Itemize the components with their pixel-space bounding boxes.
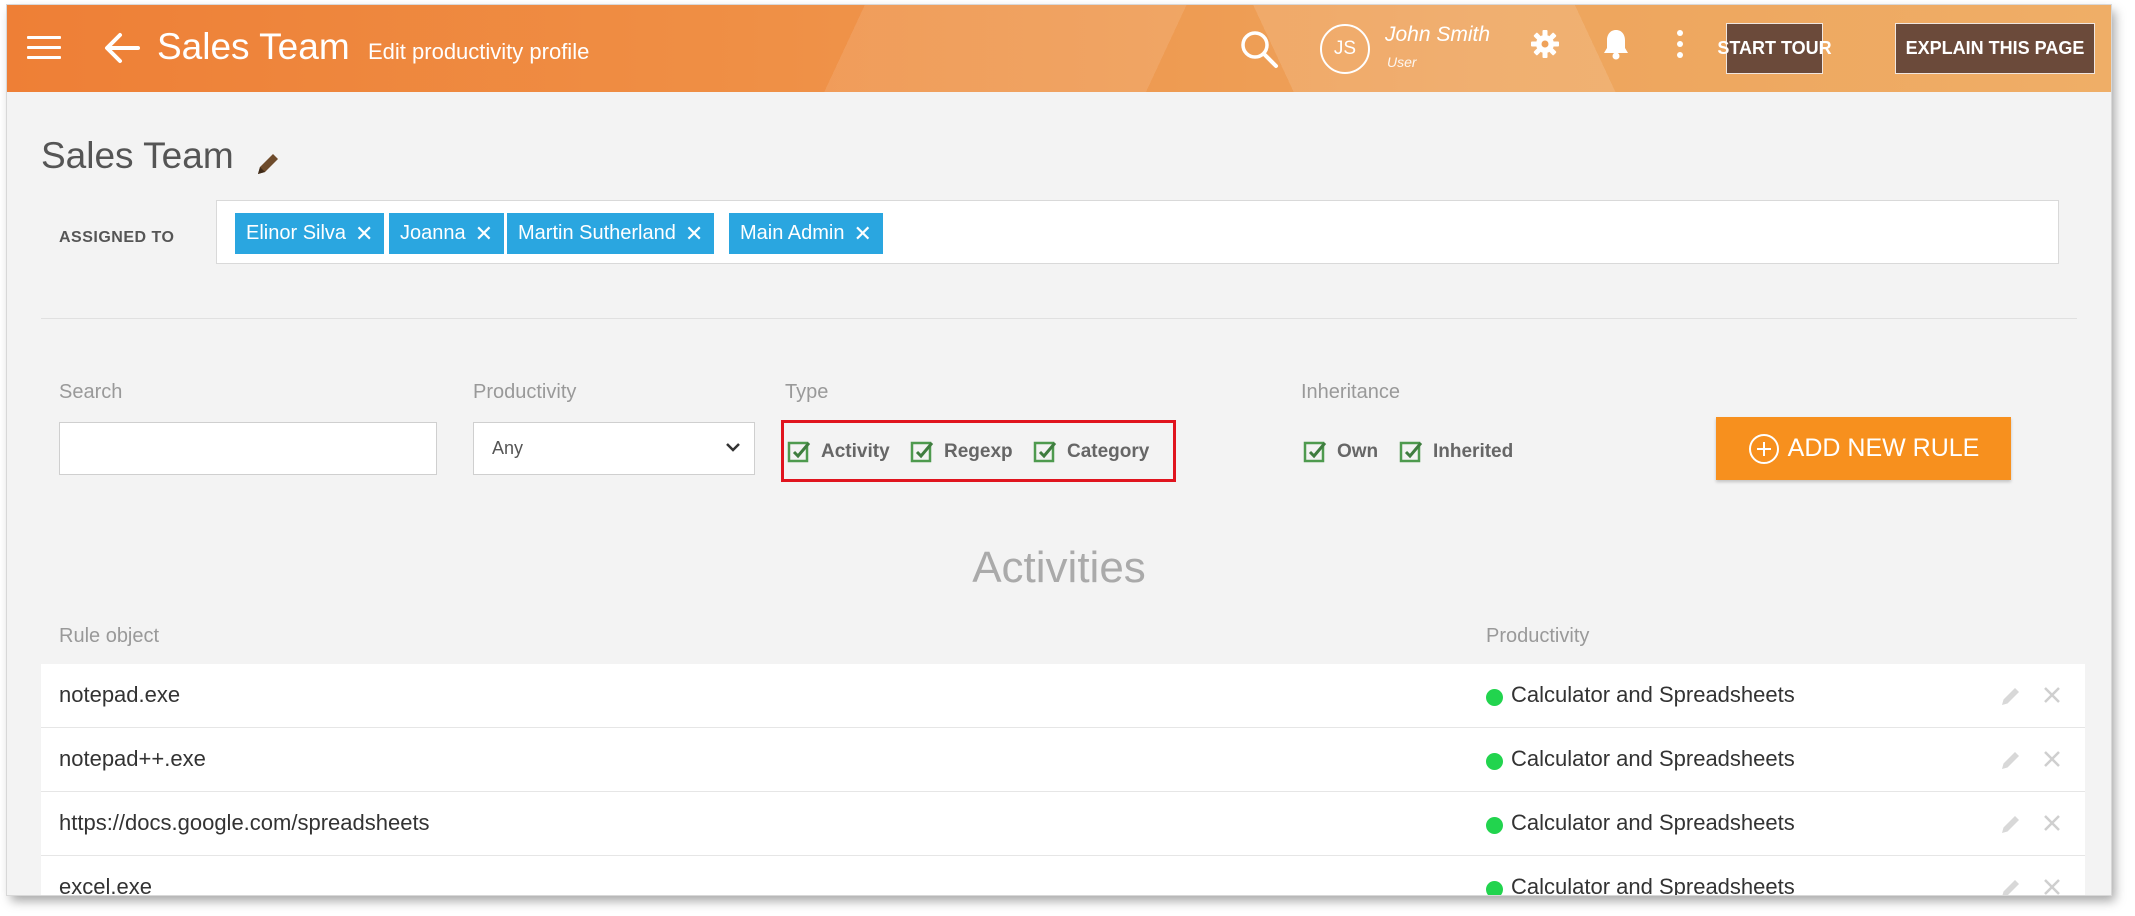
user-chip-label: Joanna: [400, 222, 466, 244]
type-checkbox-regexp[interactable]: Regexp: [910, 437, 1013, 467]
rules-table: notepad.exe Calculator and Spreadsheets …: [41, 664, 2085, 895]
productivity-label: Productivity: [473, 381, 577, 403]
add-new-rule-button[interactable]: ADD NEW RULE: [1716, 417, 2011, 480]
column-header-productivity[interactable]: Productivity: [1486, 625, 1589, 648]
rule-productivity: Calculator and Spreadsheets: [1511, 682, 1795, 707]
close-icon[interactable]: [2042, 685, 2062, 705]
table-row[interactable]: excel.exe Calculator and Spreadsheets: [41, 856, 2085, 895]
checkbox-label: Activity: [821, 441, 890, 462]
type-label: Type: [785, 381, 829, 403]
user-chip-label: Elinor Silva: [246, 222, 347, 244]
checkbox-label: Inherited: [1433, 441, 1514, 462]
search-input[interactable]: [59, 422, 437, 475]
remove-chip-icon[interactable]: ✕: [854, 221, 872, 247]
column-header-rule-object[interactable]: Rule object: [59, 625, 159, 648]
more-vertical-icon[interactable]: [1675, 29, 1685, 59]
header-title: Sales Team: [157, 26, 350, 67]
gear-icon[interactable]: [1530, 29, 1560, 59]
checkbox-checked-icon: [1033, 441, 1057, 463]
start-tour-button[interactable]: START TOUR: [1717, 23, 1832, 74]
user-role: User: [1387, 54, 1417, 70]
rule-productivity: Calculator and Spreadsheets: [1511, 746, 1795, 771]
search-icon[interactable]: [1239, 29, 1279, 69]
user-chip: Martin Sutherland ✕: [507, 213, 715, 254]
user-name[interactable]: John Smith: [1385, 23, 1490, 47]
edit-pencil-icon[interactable]: [1999, 812, 2023, 836]
close-icon[interactable]: [2042, 813, 2062, 833]
rule-object: excel.exe: [59, 874, 152, 895]
checkbox-checked-icon: [1399, 441, 1423, 463]
user-chip: Elinor Silva ✕: [235, 213, 385, 254]
productivity-select-value: Any: [492, 438, 524, 458]
plus-circle-icon: [1748, 433, 1779, 464]
top-bar: Sales Team Edit productivity profile JS …: [7, 5, 2111, 92]
assigned-users-input[interactable]: Elinor Silva ✕ Joanna ✕ Martin Sutherlan…: [216, 200, 2059, 264]
inheritance-checkbox-inherited[interactable]: Inherited: [1399, 437, 1513, 467]
close-icon[interactable]: [2042, 877, 2062, 895]
checkbox-checked-icon: [1303, 441, 1327, 463]
checkbox-checked-icon: [910, 441, 934, 463]
assigned-to-label: ASSIGNED TO: [59, 229, 175, 246]
status-dot: [1486, 881, 1503, 895]
add-new-rule-label: ADD NEW RULE: [1787, 434, 1980, 462]
status-dot: [1486, 753, 1503, 770]
avatar[interactable]: JS: [1320, 24, 1370, 74]
user-chip: Main Admin ✕: [729, 213, 883, 254]
type-checkbox-category[interactable]: Category: [1033, 437, 1149, 467]
rule-object: notepad++.exe: [59, 746, 206, 771]
checkbox-label: Regexp: [944, 441, 1013, 462]
rule-object: https://docs.google.com/spreadsheets: [59, 810, 430, 835]
search-label: Search: [59, 381, 123, 403]
edit-pencil-icon[interactable]: [1999, 876, 2023, 895]
edit-pencil-icon[interactable]: [253, 149, 283, 179]
status-dot: [1486, 689, 1503, 706]
header-subtitle: Edit productivity profile: [368, 39, 590, 64]
chevron-down-icon: [726, 443, 740, 452]
edit-pencil-icon[interactable]: [1999, 684, 2023, 708]
user-chip-label: Main Admin: [740, 222, 845, 244]
close-icon[interactable]: [2042, 749, 2062, 769]
inheritance-label: Inheritance: [1301, 381, 1400, 403]
remove-chip-icon[interactable]: ✕: [685, 221, 703, 247]
rule-object: notepad.exe: [59, 682, 181, 707]
table-row[interactable]: notepad++.exe Calculator and Spreadsheet…: [41, 728, 2085, 792]
user-chip: Joanna ✕: [389, 213, 505, 254]
edit-pencil-icon[interactable]: [1999, 748, 2023, 772]
divider: [41, 318, 2077, 319]
app-window: Sales Team Edit productivity profile JS …: [7, 5, 2111, 895]
section-title: Activities: [972, 543, 1146, 592]
checkbox-label: Own: [1337, 441, 1379, 462]
table-row[interactable]: https://docs.google.com/spreadsheets Cal…: [41, 792, 2085, 856]
remove-chip-icon[interactable]: ✕: [475, 221, 493, 247]
checkbox-checked-icon: [787, 441, 811, 463]
back-arrow-icon[interactable]: [102, 29, 142, 67]
productivity-select[interactable]: Any: [473, 422, 755, 475]
table-row[interactable]: notepad.exe Calculator and Spreadsheets: [41, 664, 2085, 728]
rule-productivity: Calculator and Spreadsheets: [1511, 810, 1795, 835]
bell-icon[interactable]: [1602, 28, 1630, 60]
explain-page-button[interactable]: EXPLAIN THIS PAGE: [1895, 23, 2095, 74]
type-checkbox-activity[interactable]: Activity: [787, 437, 890, 467]
status-dot: [1486, 817, 1503, 834]
rule-productivity: Calculator and Spreadsheets: [1511, 874, 1795, 895]
page-title: Sales Team: [41, 135, 234, 176]
remove-chip-icon[interactable]: ✕: [355, 221, 373, 247]
checkbox-label: Category: [1067, 441, 1150, 462]
user-chip-label: Martin Sutherland: [518, 222, 676, 244]
menu-icon[interactable]: [27, 36, 61, 60]
inheritance-checkbox-own[interactable]: Own: [1303, 437, 1378, 467]
